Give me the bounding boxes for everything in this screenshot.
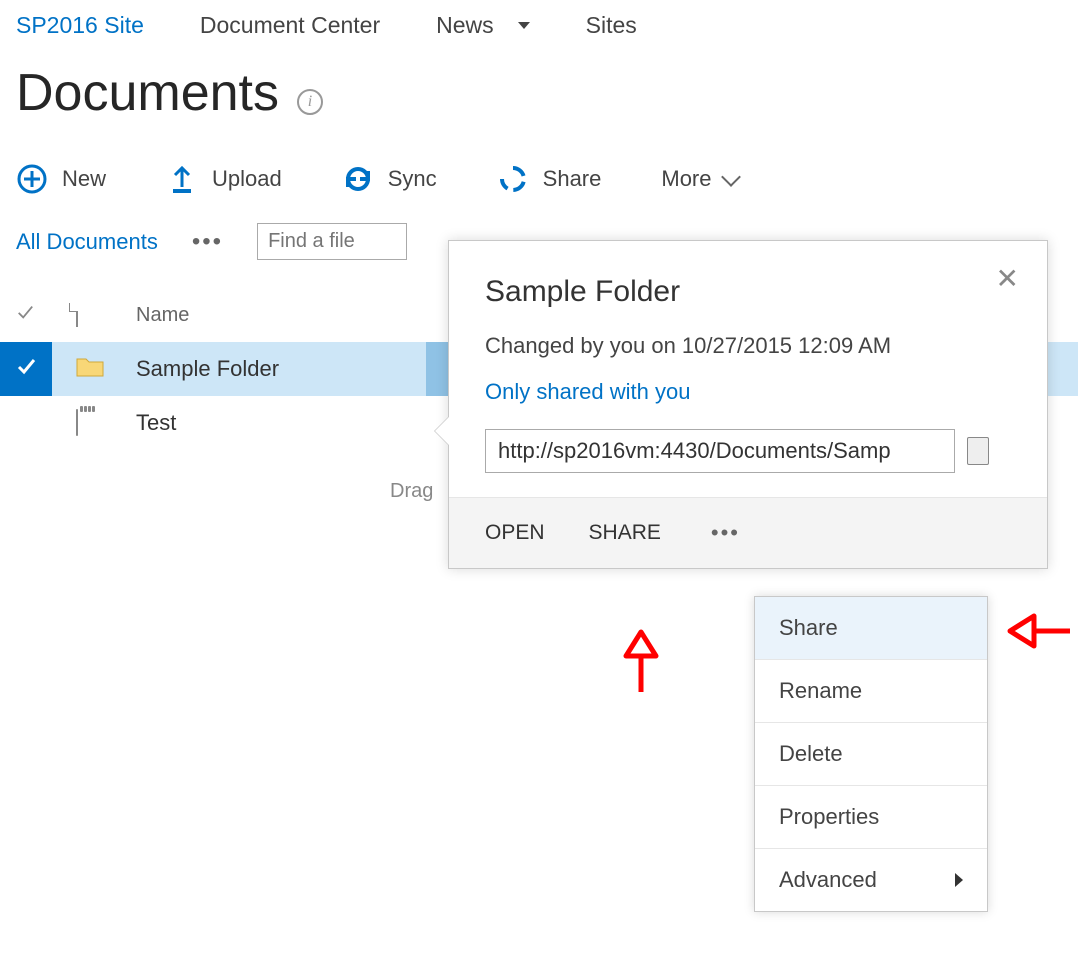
context-submenu: Share Rename Delete Properties Advanced — [754, 596, 988, 912]
callout-open-button[interactable]: OPEN — [485, 521, 545, 545]
nav-item-news[interactable]: News — [436, 12, 530, 39]
current-view[interactable]: All Documents — [16, 229, 158, 255]
toolbar-sync[interactable]: Sync — [342, 163, 437, 195]
toolbar-more[interactable]: More — [661, 166, 737, 192]
item-callout: ✕ Sample Folder Changed by you on 10/27/… — [448, 240, 1048, 569]
column-type-icon — [76, 304, 136, 327]
toolbar-sync-label: Sync — [388, 166, 437, 192]
upload-icon — [166, 163, 198, 195]
toolbar-more-label: More — [661, 166, 711, 192]
plus-circle-icon — [16, 163, 48, 195]
toolbar-new-label: New — [62, 166, 106, 192]
chevron-down-icon — [518, 22, 530, 29]
toolbar-upload-label: Upload — [212, 166, 282, 192]
chevron-down-icon — [721, 167, 741, 187]
clipboard-icon[interactable] — [967, 437, 989, 465]
close-icon[interactable]: ✕ — [996, 265, 1019, 293]
nav-item-document-center[interactable]: Document Center — [200, 12, 380, 39]
row-checkbox[interactable] — [0, 342, 52, 396]
submenu-item-properties[interactable]: Properties — [755, 786, 987, 849]
column-name[interactable]: Name — [136, 304, 426, 327]
top-nav: SP2016 Site Document Center News Sites — [0, 0, 1078, 39]
select-all[interactable] — [16, 303, 76, 327]
toolbar-upload[interactable]: Upload — [166, 163, 282, 195]
sync-icon — [342, 163, 374, 195]
toolbar-share[interactable]: Share — [497, 163, 602, 195]
callout-url-input[interactable] — [485, 429, 955, 473]
callout-share-status[interactable]: Only shared with you — [485, 379, 1011, 405]
submenu-item-delete[interactable]: Delete — [755, 723, 987, 786]
share-recycle-icon — [497, 163, 529, 195]
callout-arrow-icon — [435, 417, 449, 445]
annotation-arrow-up — [614, 626, 668, 696]
toolbar: New Upload Sync Share More — [0, 143, 1078, 205]
toolbar-new[interactable]: New — [16, 163, 106, 195]
nav-item-sites[interactable]: Sites — [586, 12, 637, 39]
submenu-item-share[interactable]: Share — [755, 597, 987, 660]
callout-ellipsis[interactable]: ••• — [705, 520, 746, 546]
submenu-item-rename[interactable]: Rename — [755, 660, 987, 723]
site-link[interactable]: SP2016 Site — [16, 12, 144, 39]
callout-meta: Changed by you on 10/27/2015 12:09 AM — [485, 333, 1011, 359]
folder-icon — [76, 355, 136, 383]
chevron-right-icon — [955, 873, 963, 887]
note-icon — [76, 410, 136, 436]
search-input[interactable] — [257, 223, 407, 260]
row-name[interactable]: Sample Folder — [136, 356, 426, 382]
annotation-arrow-left — [1004, 604, 1074, 658]
submenu-item-advanced[interactable]: Advanced — [755, 849, 987, 911]
callout-footer: OPEN SHARE ••• — [449, 497, 1047, 568]
info-icon[interactable]: i — [297, 89, 323, 115]
callout-title: Sample Folder — [485, 275, 1011, 309]
page-title-row: Documents i — [0, 39, 1078, 143]
toolbar-share-label: Share — [543, 166, 602, 192]
row-name[interactable]: Test — [136, 410, 426, 436]
nav-item-news-label: News — [436, 12, 494, 39]
page-title: Documents — [16, 63, 279, 123]
view-ellipsis[interactable]: ••• — [186, 228, 229, 256]
callout-share-button[interactable]: SHARE — [589, 521, 661, 545]
